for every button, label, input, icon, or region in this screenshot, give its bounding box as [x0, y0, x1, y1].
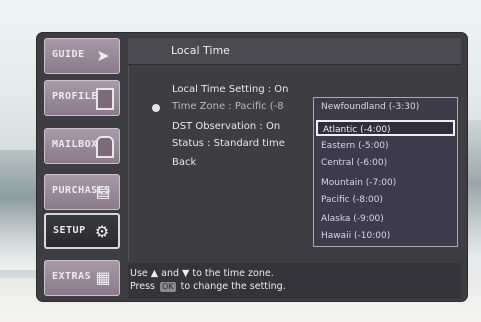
help-line-1: Use ▲ and ▼ to the time zone. — [130, 268, 274, 279]
tab-guide[interactable]: GUIDE ➤ — [44, 38, 120, 74]
tab-mailbox[interactable]: MAILBOX — [44, 128, 120, 164]
menu-item-local-time-setting[interactable]: Local Time Setting : On — [172, 84, 289, 95]
help-bar: Use ▲ and ▼ to the time zone. Press OK t… — [128, 263, 461, 299]
screen-header: Local Time — [128, 38, 461, 65]
menu-item-time-zone[interactable]: Time Zone : Pacific (-8 — [172, 101, 284, 112]
tab-label: GUIDE — [52, 49, 85, 60]
tab-purchases[interactable]: PURCHASES ▤ — [44, 174, 120, 210]
page-title: Local Time — [171, 44, 230, 57]
option-alaska[interactable]: Alaska (-9:00) — [321, 214, 384, 224]
option-mountain[interactable]: Mountain (-7:00) — [321, 178, 396, 188]
help-line-2: Press OK to change the setting. — [130, 281, 286, 292]
divider — [128, 66, 129, 261]
help-text: and — [161, 268, 179, 279]
mailbox-icon — [92, 134, 114, 158]
ok-key-icon: OK — [160, 282, 176, 292]
tab-setup[interactable]: SETUP ⚙ — [44, 213, 120, 249]
up-arrow-icon: ▲ — [150, 268, 159, 279]
document-icon — [92, 86, 114, 110]
selection-indicator — [152, 104, 160, 112]
help-text: to change the setting. — [180, 281, 286, 292]
extras-grid-icon: ▦ — [95, 268, 111, 287]
option-pacific[interactable]: Pacific (-8:00) — [321, 195, 383, 205]
time-zone-dropdown[interactable]: Newfoundland (-3:30) Atlantic (-4:00) Ea… — [313, 97, 458, 247]
help-text: Press — [130, 281, 156, 292]
option-central[interactable]: Central (-6:00) — [321, 158, 387, 168]
tab-label: SETUP — [53, 225, 86, 236]
arrow-right-icon: ➤ — [96, 46, 110, 65]
help-text: to the time zone. — [192, 268, 274, 279]
option-eastern[interactable]: Eastern (-5:00) — [321, 141, 389, 151]
menu-item-back[interactable]: Back — [172, 157, 196, 168]
option-newfoundland[interactable]: Newfoundland (-3:30) — [321, 102, 419, 112]
menu-item-status: Status : Standard time — [172, 138, 285, 149]
option-hawaii[interactable]: Hawaii (-10:00) — [321, 231, 390, 241]
setup-gear-icon: ⚙ — [94, 222, 110, 241]
menu-item-dst-observation[interactable]: DST Observation : On — [172, 121, 280, 132]
down-arrow-icon: ▼ — [182, 268, 190, 279]
purchases-icon: ▤ — [95, 182, 111, 201]
help-text: Use — [130, 268, 148, 279]
tab-label: EXTRAS — [52, 271, 92, 282]
tab-label: MAILBOX — [52, 139, 98, 150]
tab-profiles[interactable]: PROFILES — [44, 80, 120, 116]
tab-extras[interactable]: EXTRAS ▦ — [44, 260, 120, 296]
option-atlantic[interactable]: Atlantic (-4:00) — [316, 120, 455, 136]
